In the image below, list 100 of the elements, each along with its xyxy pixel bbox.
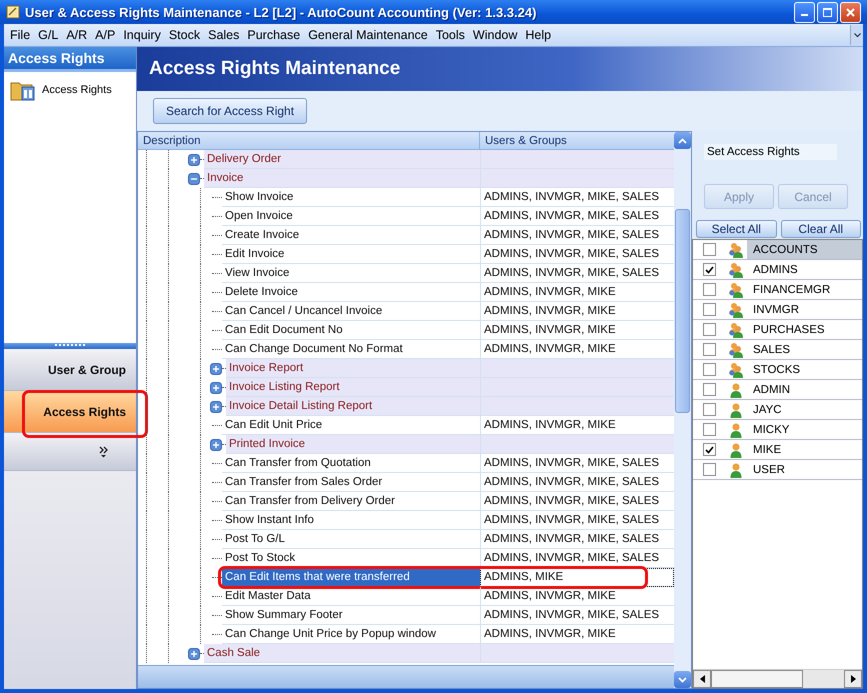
access-right-cell[interactable]: Delete Invoice [222,283,480,302]
checkbox[interactable] [702,243,716,256]
users-cell: ADMINS, INVMGR, MIKE, SALES [480,454,674,473]
nav-button[interactable]: Access Rights [4,391,136,433]
access-right-cell[interactable]: Can Cancel / Uncancel Invoice [222,302,480,321]
select-all-button[interactable]: Select All [696,220,776,238]
user-name: FINANCEMGR [752,282,832,298]
user-row[interactable]: STOCKS [693,360,862,380]
menu-item[interactable]: General Maintenance [304,28,432,42]
section-label: Set Access Rights [704,144,837,160]
access-right-cell[interactable]: Open Invoice [222,207,480,226]
user-group-icon [728,262,744,278]
users-cell: ADMINS, INVMGR, MIKE, SALES [480,511,674,530]
tree-group-label[interactable]: Printed Invoice [226,435,480,454]
user-row[interactable]: USER [693,460,862,480]
checkbox[interactable] [702,283,716,296]
menu-item[interactable]: Purchase [243,28,304,42]
maximize-button[interactable] [817,2,838,22]
sidebar-item[interactable]: Access Rights [4,72,136,108]
search-button[interactable]: Search for Access Right [153,98,308,124]
menu-item[interactable]: Sales [204,28,244,42]
user-row[interactable]: PURCHASES [693,320,862,340]
menu-item[interactable]: A/P [91,28,120,42]
close-button[interactable] [840,2,861,22]
user-name: ACCOUNTS [747,240,862,259]
splitter-handle[interactable] [4,343,136,349]
menu-item[interactable]: Tools [432,28,469,42]
menu-item[interactable]: A/R [62,28,92,42]
tree-group-label[interactable]: Invoice Listing Report [226,378,480,397]
access-right-cell[interactable]: Show Summary Footer [222,606,480,625]
expand-icon[interactable] [188,648,200,660]
checkbox[interactable] [702,463,716,476]
access-right-cell[interactable]: Can Transfer from Delivery Order [222,492,480,511]
access-right-cell[interactable]: Post To G/L [222,530,480,549]
user-icon [730,402,742,418]
horizontal-scrollbar[interactable] [693,669,862,688]
chevron-down-icon [854,32,860,38]
menu-item[interactable]: Stock [164,28,204,42]
vertical-scrollbar[interactable] [674,132,691,688]
menu-item[interactable]: Help [521,28,556,42]
checkbox[interactable] [702,443,716,456]
tree-group-label[interactable]: Invoice Detail Listing Report [226,397,480,416]
checkbox[interactable] [702,403,716,416]
user-row[interactable]: JAYC [693,400,862,420]
access-right-cell[interactable]: Edit Invoice [222,245,480,264]
checkbox[interactable] [702,323,716,336]
column-header[interactable]: Users & Groups [480,132,674,149]
clear-all-button[interactable]: Clear All [780,220,861,238]
access-right-cell[interactable]: Create Invoice [222,226,480,245]
user-name: ADMINS [752,262,799,278]
menu-overflow-button[interactable] [850,25,863,45]
users-cell: ADMINS, INVMGR, MIKE [480,321,674,340]
access-right-cell[interactable]: Edit Master Data [222,587,480,606]
menu-item[interactable]: Inquiry [119,28,165,42]
expand-icon[interactable] [210,438,222,450]
access-right-cell[interactable]: Post To Stock [222,549,480,568]
user-name: MIKE [752,442,782,458]
collapse-icon[interactable] [188,172,200,184]
user-row[interactable]: MIKE [693,440,862,460]
close-icon [846,8,855,16]
menu-item[interactable]: G/L [34,28,62,42]
column-header[interactable]: Description [138,132,480,149]
expand-icon[interactable] [210,382,222,394]
access-right-cell[interactable]: Can Transfer from Sales Order [222,473,480,492]
user-row[interactable]: ADMIN [693,380,862,400]
checkbox[interactable] [702,383,716,396]
user-row[interactable]: ADMINS [693,260,862,280]
more-buttons-button[interactable] [4,433,136,471]
access-right-cell[interactable]: Show Instant Info [222,511,480,530]
menu-item[interactable]: Window [468,28,522,42]
expand-icon[interactable] [210,362,222,374]
panel-title: Access Rights [4,47,136,72]
minimize-button[interactable] [794,2,815,22]
tree-group-label[interactable]: Invoice [204,169,480,188]
access-right-cell[interactable]: Show Invoice [222,188,480,207]
access-right-cell[interactable]: View Invoice [222,264,480,283]
user-name: STOCKS [752,362,802,378]
user-row[interactable]: ACCOUNTS [693,240,862,260]
user-row[interactable]: INVMGR [693,300,862,320]
checkbox[interactable] [702,343,716,356]
user-row[interactable]: FINANCEMGR [693,280,862,300]
expand-icon[interactable] [210,400,222,412]
users-cell: ADMINS, INVMGR, MIKE [480,302,674,321]
menu-item[interactable]: File [6,28,34,42]
checkbox[interactable] [702,263,716,276]
tree-group-label[interactable]: Delivery Order [204,150,480,169]
tree-group-label[interactable]: Invoice Report [226,359,480,378]
checkbox[interactable] [702,363,716,376]
checkbox[interactable] [702,303,716,316]
minimize-icon [801,14,808,16]
user-row[interactable]: MICKY [693,420,862,440]
expand-icon[interactable] [188,154,200,166]
nav-button[interactable]: User & Group [4,349,136,391]
access-right-cell[interactable]: Can Transfer from Quotation [222,454,480,473]
users-cell: ADMINS, INVMGR, MIKE, SALES [480,226,674,245]
arrow-right-icon [850,675,856,683]
tree-group-label[interactable]: Cash Sale [204,644,480,663]
access-right-cell[interactable]: Can Edit Document No [222,321,480,340]
checkbox[interactable] [702,423,716,436]
user-row[interactable]: SALES [693,340,862,360]
